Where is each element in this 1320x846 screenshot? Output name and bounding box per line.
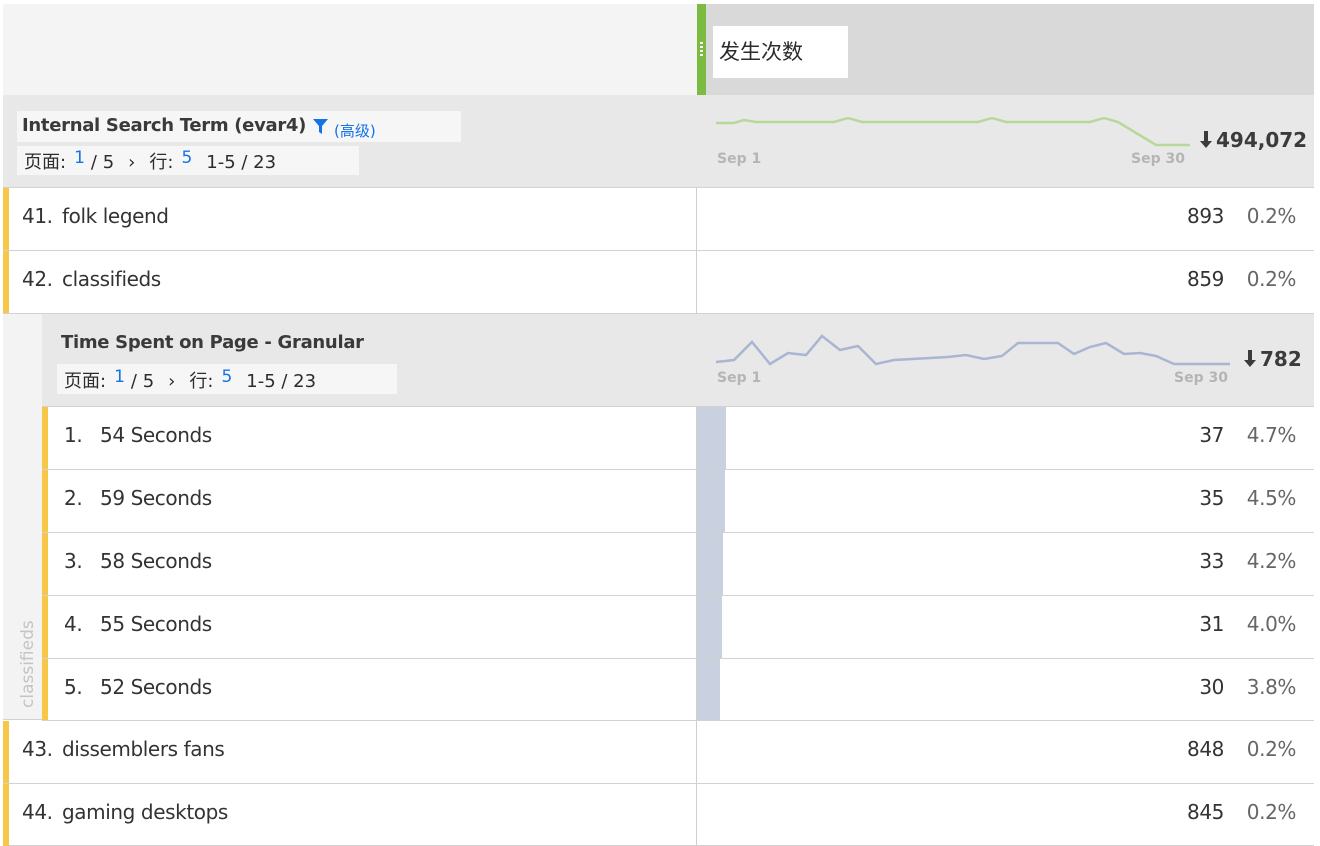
row-index: 42. [22, 267, 53, 291]
row-value: 30 [1199, 675, 1224, 699]
percent-bar [697, 407, 726, 469]
row-value: 37 [1199, 423, 1224, 447]
row-marker [3, 188, 9, 250]
row-label[interactable]: classifieds [62, 267, 161, 291]
advanced-filter-link[interactable]: (高级) [334, 120, 376, 141]
page-total: / 5 [90, 152, 115, 173]
page-current[interactable]: 1 [114, 367, 125, 387]
row-percent: 0.2% [1246, 800, 1297, 824]
grip-dots-icon [700, 42, 703, 56]
row-marker [3, 721, 9, 783]
row-label[interactable]: folk legend [62, 204, 169, 228]
row-label[interactable]: 55 Seconds [100, 612, 212, 636]
sparkline-end-label: Sep 30 [1131, 151, 1185, 167]
row-marker [42, 659, 48, 720]
breakdown-parent-label: classifieds [18, 620, 38, 708]
row-marker [42, 407, 48, 469]
row-percent: 4.7% [1246, 423, 1297, 447]
row-marker [42, 596, 48, 658]
row-label[interactable]: 58 Seconds [100, 549, 212, 573]
row-percent: 4.0% [1246, 612, 1297, 636]
row-marker [3, 251, 9, 313]
row-index: 44. [22, 800, 53, 824]
rows-per-page[interactable]: 5 [181, 148, 192, 168]
row-value: 859 [1187, 267, 1224, 291]
row-index: 5. [64, 675, 83, 699]
row-percent: 4.2% [1246, 549, 1297, 573]
page-label: 页面: [24, 152, 67, 173]
row-value: 893 [1187, 204, 1224, 228]
row-percent: 0.2% [1246, 204, 1297, 228]
rows-label: 行: [189, 371, 214, 392]
row-index: 3. [64, 549, 83, 573]
row-index: 2. [64, 486, 83, 510]
row-marker [42, 470, 48, 532]
rows-label: 行: [149, 152, 174, 173]
next-page-chevron-icon[interactable]: › [128, 152, 135, 173]
row-value: 31 [1199, 612, 1224, 636]
sparkline-start-label: Sep 1 [717, 370, 762, 386]
row-range: 1-5 / 23 [246, 371, 317, 392]
row-index: 43. [22, 737, 53, 761]
dimension-total: 494,072 [1199, 128, 1307, 152]
header-dimension-cell [3, 4, 697, 95]
pagination: 页面: 1 / 5 › 行: 5 1-5 / 23 [24, 148, 276, 174]
breakdown-total-value: 782 [1260, 347, 1302, 371]
row-label[interactable]: 54 Seconds [100, 423, 212, 447]
row-index: 4. [64, 612, 83, 636]
percent-bar [697, 596, 722, 658]
sparkline-start-label: Sep 1 [717, 151, 762, 167]
row-percent: 0.2% [1246, 737, 1297, 761]
column-resize-handle[interactable] [697, 4, 706, 95]
row-label[interactable]: gaming desktops [62, 800, 228, 824]
page-total: / 5 [130, 371, 155, 392]
page-current[interactable]: 1 [74, 148, 85, 168]
breakdown-total: 782 [1243, 347, 1302, 371]
percent-bar [697, 470, 725, 532]
row-value: 35 [1199, 486, 1224, 510]
row-marker [3, 784, 9, 846]
dimension-title[interactable]: Internal Search Term (evar4) [22, 115, 306, 136]
breakdown-pagination: 页面: 1 / 5 › 行: 5 1-5 / 23 [64, 367, 316, 393]
next-page-chevron-icon[interactable]: › [168, 371, 175, 392]
row-value: 33 [1199, 549, 1224, 573]
row-percent: 4.5% [1246, 486, 1297, 510]
row-value: 845 [1187, 800, 1224, 824]
metric-column-title[interactable]: 发生次数 [713, 26, 848, 78]
row-index: 41. [22, 204, 53, 228]
rows-per-page[interactable]: 5 [221, 367, 232, 387]
row-value: 848 [1187, 737, 1224, 761]
dimension-total-value: 494,072 [1216, 128, 1308, 152]
sort-down-arrow-icon[interactable] [1243, 350, 1257, 368]
page-label: 页面: [64, 371, 107, 392]
dimension-sparkline [716, 116, 1190, 147]
row-label[interactable]: 52 Seconds [100, 675, 212, 699]
row-marker [42, 533, 48, 595]
row-label[interactable]: 59 Seconds [100, 486, 212, 510]
breakdown-title[interactable]: Time Spent on Page - Granular [61, 332, 364, 353]
row-range: 1-5 / 23 [206, 152, 277, 173]
filter-icon[interactable] [313, 119, 328, 135]
percent-bar [697, 659, 720, 720]
sparkline-end-label: Sep 30 [1174, 370, 1228, 386]
percent-bar [697, 533, 723, 595]
row-percent: 0.2% [1246, 267, 1297, 291]
row-index: 1. [64, 423, 83, 447]
row-percent: 3.8% [1246, 675, 1297, 699]
sort-down-arrow-icon[interactable] [1199, 131, 1213, 149]
row-label[interactable]: dissemblers fans [62, 737, 225, 761]
breakdown-sparkline [716, 334, 1230, 366]
